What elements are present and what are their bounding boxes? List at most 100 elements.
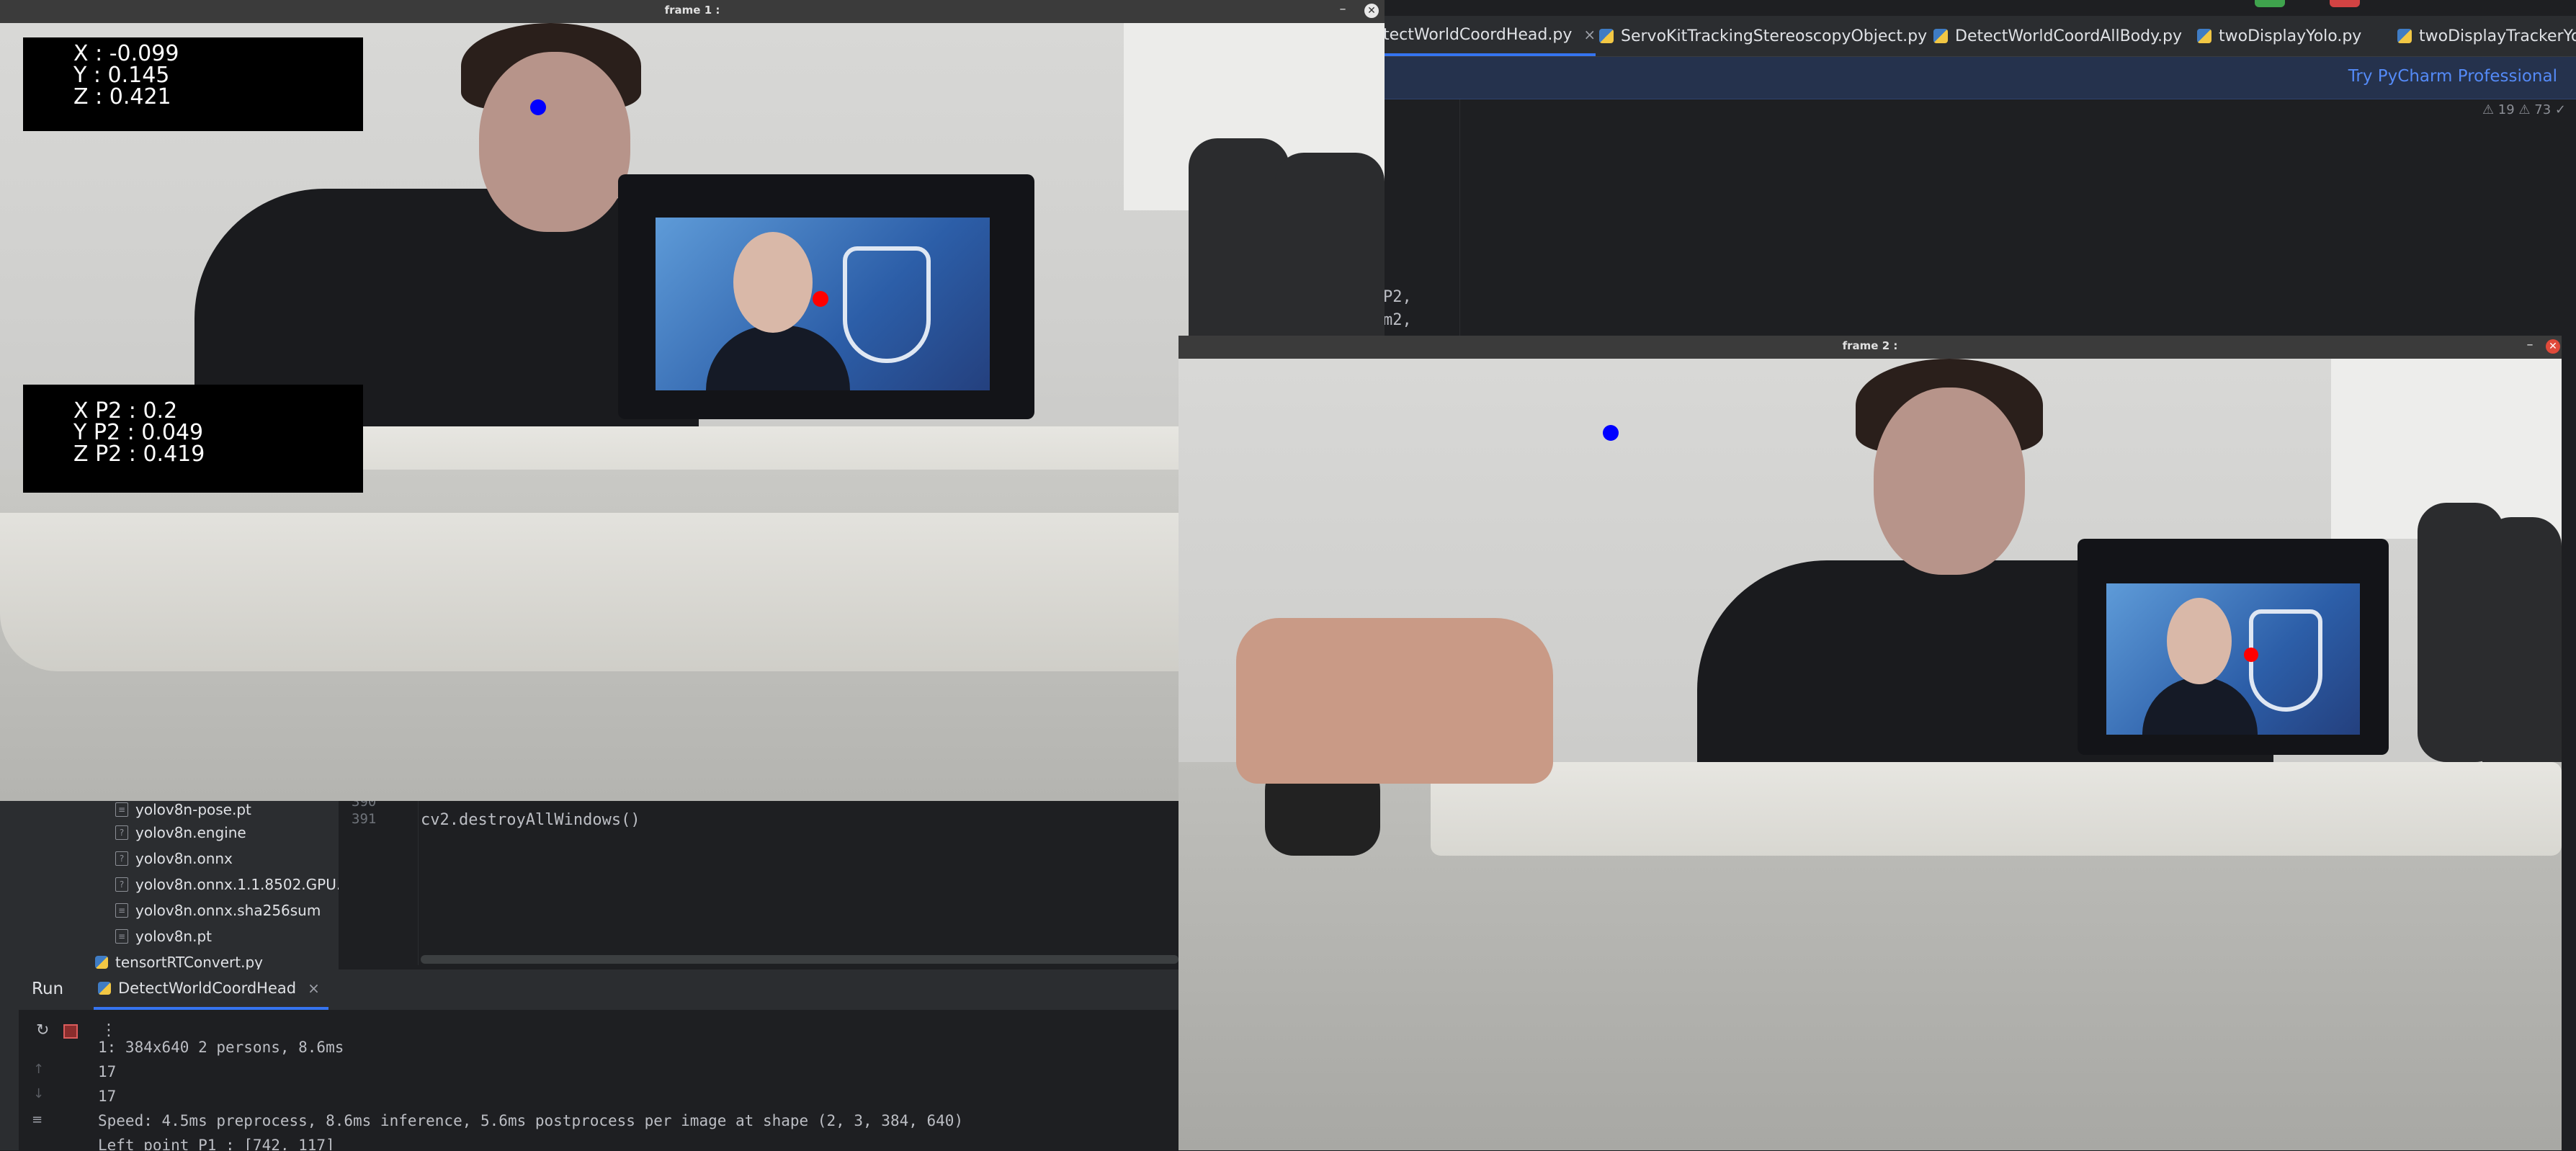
soft-wrap-icon[interactable]: ≡ <box>32 1112 43 1127</box>
window-top-buttons <box>2255 0 2360 7</box>
line-number: 391 <box>352 811 377 827</box>
tree-item[interactable]: ? yolov8n.onnx.1.1.8502.GPU.FP <box>115 876 358 893</box>
editor-tab-bar: tectWorldCoordHead.py × ServoKitTracking… <box>1383 16 2576 57</box>
try-pycharm-link[interactable]: Try PyCharm Professional <box>2348 67 2557 86</box>
stop-icon[interactable] <box>63 1024 78 1039</box>
monitor <box>2078 539 2389 755</box>
text-file-icon: ≡ <box>115 929 128 944</box>
red-button[interactable] <box>2330 0 2360 7</box>
python-file-icon <box>2397 29 2412 43</box>
tree-item[interactable]: ? yolov8n.engine <box>115 824 246 841</box>
tree-item[interactable]: tensortRTConvert.py <box>95 954 263 971</box>
console-line: 17 <box>98 1063 117 1080</box>
tree-item[interactable]: ? yolov8n.onnx <box>115 850 233 867</box>
nose-marker <box>813 291 828 307</box>
close-icon[interactable]: ✕ <box>2546 339 2560 354</box>
inspection-widget[interactable]: ⚠ 19 ⚠ 73 ✓ <box>2482 102 2566 117</box>
unknown-file-icon: ? <box>115 851 128 866</box>
y-value: Y : 0.145 <box>73 63 170 88</box>
console-line: Left point P1 : [742, 117] <box>98 1137 335 1150</box>
monitor-screen <box>2106 583 2360 735</box>
python-file-icon <box>98 982 111 995</box>
console-gutter: ↑ ↓ ≡ <box>19 1052 62 1150</box>
frame-2-titlebar[interactable]: frame 2 : <box>1179 336 2562 359</box>
tree-item[interactable]: ≡ yolov8n.pt <box>115 928 212 945</box>
python-file-icon <box>1599 29 1614 43</box>
close-icon[interactable]: × <box>1583 26 1596 43</box>
console-output[interactable]: 1: 384x640 2 persons, 8.6ms 17 17 Speed:… <box>19 1037 1179 1150</box>
x-p2-value: X P2 : 0.2 <box>73 398 178 424</box>
window-title: frame 1 : <box>664 4 720 17</box>
run-tab[interactable]: DetectWorldCoordHead × <box>94 969 328 1010</box>
text-file-icon: ≡ <box>115 903 128 918</box>
project-tree: ≡ yolov8n-pose.pt ? yolov8n.engine ? yolov8… <box>0 800 358 971</box>
python-file-icon <box>1933 29 1948 43</box>
scroll-up-icon[interactable]: ↑ <box>33 1062 44 1077</box>
tab-label: tectWorldCoordHead.py <box>1383 25 1573 44</box>
screen-person-head <box>2167 598 2232 684</box>
tab-label: ServoKitTrackingStereoscopyObject.py <box>1621 27 1928 45</box>
screen-person-body <box>706 326 850 390</box>
tree-item-label: yolov8n-pose.pt <box>135 801 251 818</box>
z-p2-value: Z P2 : 0.419 <box>73 442 205 467</box>
head-marker <box>530 99 546 115</box>
window-title: frame 2 : <box>1842 339 1898 352</box>
tab-detect-world-coord-head[interactable]: tectWorldCoordHead.py × <box>1383 16 1596 56</box>
tree-item-label: yolov8n.onnx <box>135 850 233 867</box>
minimize-icon[interactable]: – <box>2524 339 2536 351</box>
tab-two-display-yolo[interactable]: twoDisplayYolo.py <box>2197 16 2361 56</box>
console-line: 17 <box>98 1088 117 1105</box>
tab-label: DetectWorldCoordAllBody.py <box>1955 27 2182 45</box>
person-head <box>1874 388 2025 575</box>
python-file-icon <box>95 956 108 969</box>
frame-1-titlebar[interactable]: frame 1 : <box>0 0 1385 23</box>
code-editor[interactable]: ⚠ 19 ⚠ 73 ✓ P2, m2, <box>1383 99 2576 337</box>
head-marker <box>1603 425 1619 441</box>
run-tab-label: DetectWorldCoordHead <box>118 980 297 997</box>
tree-item-label: yolov8n.pt <box>135 928 212 945</box>
console-line: 1: 384x640 2 persons, 8.6ms <box>98 1039 344 1056</box>
editor-gutter: 390 391 <box>339 794 419 965</box>
scroll-down-icon[interactable]: ↓ <box>33 1086 44 1101</box>
tree-item-label: tensortRTConvert.py <box>115 954 263 971</box>
tab-servokit-tracking[interactable]: ServoKitTrackingStereoscopyObject.py <box>1599 16 1927 56</box>
run-title: Run <box>32 980 64 998</box>
minimize-icon[interactable]: – <box>1337 3 1349 16</box>
close-icon[interactable]: × <box>308 980 320 997</box>
tab-detect-all-body[interactable]: DetectWorldCoordAllBody.py <box>1933 16 2182 56</box>
keyboard <box>1431 762 2562 856</box>
crest-logo <box>843 246 931 363</box>
coords-p2-box: X P2 : 0.2 Y P2 : 0.049 Z P2 : 0.419 <box>23 385 363 493</box>
screen-person-body <box>2142 677 2258 735</box>
tab-two-display-tracker[interactable]: twoDisplayTrackerYolo <box>2397 16 2576 56</box>
frame-1-window: frame 1 : – ✕ X : -0.099 Y : 0.145 Z : 0… <box>0 0 1385 801</box>
person-head <box>479 52 630 232</box>
tree-item[interactable]: ≡ yolov8n.onnx.sha256sum <box>115 902 321 919</box>
hand <box>1236 618 1553 784</box>
green-button[interactable] <box>2255 0 2285 7</box>
run-header: Run DetectWorldCoordHead × <box>19 969 1179 1010</box>
crest-logo <box>2249 609 2322 712</box>
unknown-file-icon: ? <box>115 877 128 892</box>
tree-item[interactable]: ≡ yolov8n-pose.pt <box>115 801 251 818</box>
tree-item-label: yolov8n.engine <box>135 824 246 841</box>
horizontal-scrollbar[interactable] <box>421 955 1179 964</box>
frame-2-window: frame 2 : – ✕ <box>1179 336 2562 1150</box>
unknown-file-icon: ? <box>115 825 128 840</box>
camera-view-1: X : -0.099 Y : 0.145 Z : 0.421 X P2 : 0.… <box>0 23 1385 801</box>
z-value: Z : 0.421 <box>73 84 171 109</box>
tree-item-label: yolov8n.onnx.1.1.8502.GPU.FP <box>135 876 358 893</box>
promo-banner: Try PyCharm Professional <box>1383 57 2576 99</box>
y-p2-value: Y P2 : 0.049 <box>73 420 204 445</box>
coords-p1-box: X : -0.099 Y : 0.145 Z : 0.421 <box>23 37 363 131</box>
file-icon: ≡ <box>115 802 128 817</box>
code-line: cv2.destroyAllWindows() <box>421 811 640 829</box>
tab-label: twoDisplayTrackerYolo <box>2419 27 2576 45</box>
python-file-icon <box>2197 29 2211 43</box>
x-value: X : -0.099 <box>73 41 179 66</box>
nose-marker <box>2244 648 2258 662</box>
camera-view-2 <box>1179 359 2562 1150</box>
close-icon[interactable]: ✕ <box>1364 4 1379 18</box>
screen-person-head <box>733 232 813 333</box>
keyboard-front <box>0 513 1385 671</box>
